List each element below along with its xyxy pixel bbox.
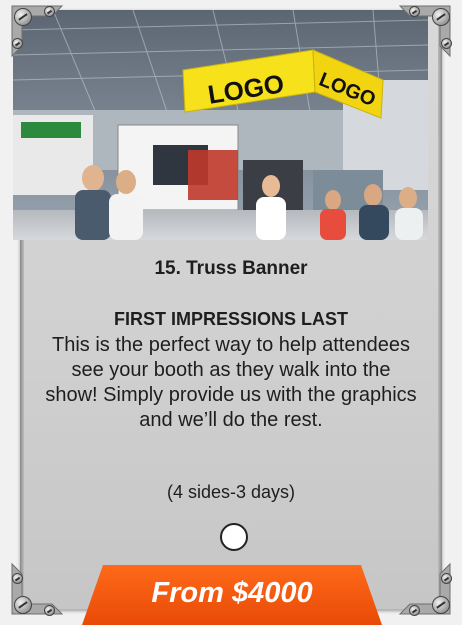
corner-bracket-icon xyxy=(396,2,454,60)
price-label: From $4000 xyxy=(151,577,313,609)
screw-icon xyxy=(44,605,55,616)
screw-icon xyxy=(432,596,450,614)
card-title: 15. Truss Banner xyxy=(154,258,308,279)
screw-icon xyxy=(14,8,32,26)
screw-icon xyxy=(409,6,420,17)
carousel-dot-icon[interactable] xyxy=(220,523,248,551)
card-description: This is the perfect way to help attendee… xyxy=(45,334,417,431)
corner-bracket-icon xyxy=(8,2,66,60)
screw-icon xyxy=(432,8,450,26)
expo-photo: LOGO LOGO xyxy=(13,10,428,240)
screw-icon xyxy=(441,38,452,49)
price-button[interactable]: From $4000 xyxy=(82,565,382,625)
screw-icon xyxy=(409,605,420,616)
rental-duration: (4 sides-3 days) xyxy=(166,482,296,502)
product-photo: LOGO LOGO xyxy=(13,10,428,240)
corner-bracket-icon xyxy=(8,560,66,618)
screw-icon xyxy=(12,38,23,49)
card-subtitle: FIRST IMPRESSIONS LAST xyxy=(113,309,349,329)
screw-icon xyxy=(441,573,452,584)
screw-icon xyxy=(14,596,32,614)
screw-icon xyxy=(12,573,23,584)
screw-icon xyxy=(44,6,55,17)
corner-bracket-icon xyxy=(396,560,454,618)
